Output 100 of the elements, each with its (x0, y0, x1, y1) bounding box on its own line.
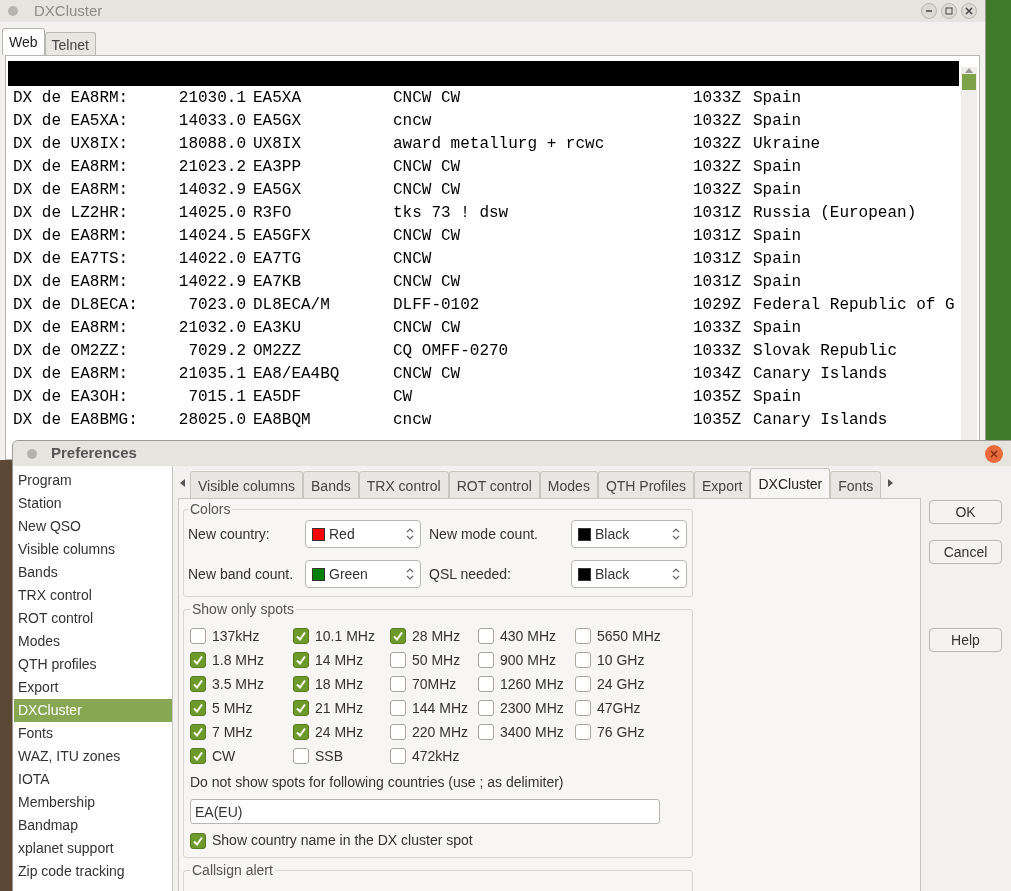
spotter-cell-text: DX de EA8BMG: (13, 409, 139, 431)
checkbox[interactable] (390, 748, 406, 764)
checkbox[interactable] (478, 724, 494, 740)
comment-cell-text: CNCW CW (393, 87, 462, 109)
checkbox[interactable] (293, 748, 309, 764)
callsign-cell-text: R3FO (253, 202, 293, 224)
checkbox[interactable] (190, 628, 206, 644)
frequency-cell-text: 18088.0 (177, 133, 246, 155)
window-menu-icon[interactable] (8, 6, 18, 16)
window-menu-icon[interactable] (27, 448, 37, 459)
checked-checkbox[interactable] (293, 652, 309, 668)
frequency-cell-text: 14032.9 (177, 179, 246, 201)
tab[interactable]: ROT control (448, 471, 540, 498)
callsign-cell-text: EA5GFX (253, 225, 312, 247)
checkbox[interactable] (478, 700, 494, 716)
checked-checkbox[interactable] (390, 628, 406, 644)
time-cell-text: 1029Z (693, 294, 742, 316)
category-item[interactable]: Bands (14, 561, 172, 584)
dialog-button[interactable]: Cancel (929, 540, 1002, 564)
checkbox[interactable] (575, 676, 591, 692)
category-item[interactable]: TRX control (14, 584, 172, 607)
category-item[interactable]: ROT control (14, 607, 172, 630)
color-dropdown[interactable]: Black (571, 560, 687, 588)
tab[interactable]: Export (694, 471, 751, 498)
checked-checkbox[interactable] (293, 700, 309, 716)
category-item[interactable]: Visible columns (14, 538, 172, 561)
country-cell-text: Spain (753, 271, 801, 293)
exclude-countries-field[interactable]: EA(EU) (190, 799, 660, 824)
checkbox[interactable] (390, 724, 406, 740)
checked-checkbox[interactable] (190, 832, 206, 849)
checkbox[interactable] (478, 628, 494, 644)
checked-checkbox[interactable] (293, 676, 309, 692)
spotter-cell-text: DX de EA8RM: (13, 317, 130, 339)
checked-checkbox[interactable] (293, 724, 309, 740)
category-item[interactable]: Membership (14, 791, 172, 814)
frequency-cell-text: 14022.0 (177, 248, 246, 270)
color-dropdown[interactable]: Green (305, 560, 421, 588)
checkbox[interactable] (390, 700, 406, 716)
category-item[interactable]: Program (14, 469, 172, 492)
tab[interactable]: QTH Profiles (597, 471, 694, 498)
checkbox[interactable] (390, 652, 406, 668)
category-item[interactable]: Bandmap (14, 814, 172, 837)
time-cell-text: 1031Z (693, 225, 742, 247)
option-label: 430 MHz (500, 626, 557, 646)
close-icon (990, 449, 998, 458)
dialog-button[interactable]: Help (929, 628, 1002, 652)
checkbox[interactable] (575, 652, 591, 668)
category-item[interactable]: New QSO (14, 515, 172, 538)
category-item[interactable]: Modes (14, 630, 172, 653)
country-cell-text: Ukraine (753, 133, 821, 155)
close-button[interactable] (961, 3, 977, 19)
checkbox[interactable] (478, 652, 494, 668)
country-cell-text: Spain (753, 386, 801, 408)
checkbox[interactable] (575, 724, 591, 740)
tab[interactable]: Web (2, 28, 45, 55)
category-item[interactable]: WAZ, ITU zones (14, 745, 172, 768)
tab[interactable]: Fonts (830, 471, 882, 498)
checked-checkbox[interactable] (190, 700, 206, 716)
checked-checkbox[interactable] (190, 748, 206, 764)
tab[interactable]: DXCluster (750, 468, 831, 498)
tab[interactable]: Bands (303, 471, 359, 498)
checked-checkbox[interactable] (190, 676, 206, 692)
category-item[interactable]: Station (14, 492, 172, 515)
frequency-cell-text: 7023.0 (187, 294, 246, 316)
callsign-cell-text: EA8BQM (253, 409, 312, 431)
scrollbar-thumb[interactable] (962, 74, 976, 90)
category-item[interactable]: Fonts (14, 722, 172, 745)
tab[interactable]: Modes (539, 471, 598, 498)
checked-checkbox[interactable] (293, 628, 309, 644)
checkmark-icon (192, 834, 204, 847)
category-item[interactable]: QTH profiles (14, 653, 172, 676)
checkbox[interactable] (390, 676, 406, 692)
category-item[interactable]: IOTA (14, 768, 172, 791)
checkbox[interactable] (575, 700, 591, 716)
category-item[interactable]: Export (14, 676, 172, 699)
group-title: Colors (189, 500, 232, 519)
checkbox[interactable] (575, 628, 591, 644)
color-dropdown[interactable]: Black (571, 520, 687, 548)
callsign-cell-text: EA5DF (253, 386, 302, 408)
dialog-button[interactable]: OK (929, 500, 1002, 524)
window-title: Preferences (51, 443, 137, 464)
spotter-cell-text: DX de EA8RM: (13, 225, 130, 247)
category-item[interactable]: xplanet support (14, 837, 172, 860)
checked-checkbox[interactable] (190, 652, 206, 668)
option-label: 28 MHz (412, 626, 461, 646)
close-button[interactable] (985, 444, 1003, 463)
color-dropdown[interactable]: Red (305, 520, 421, 548)
tab[interactable]: Telnet (44, 32, 96, 55)
time-cell-text: 1032Z (693, 110, 742, 132)
callsign-cell-text: UX8IX (253, 133, 302, 155)
minimize-button[interactable] (921, 3, 937, 19)
category-item[interactable]: Zip code tracking (14, 860, 172, 883)
tab[interactable]: TRX control (358, 471, 449, 498)
checked-checkbox[interactable] (190, 724, 206, 740)
checkmark-icon (295, 678, 307, 690)
tab[interactable]: Visible columns (190, 471, 303, 498)
comment-cell-text: CW (393, 386, 414, 408)
scroll-left-icon[interactable] (178, 478, 188, 488)
checkbox[interactable] (478, 676, 494, 692)
spotter-cell-text: DX de OM2ZZ: (13, 340, 130, 362)
